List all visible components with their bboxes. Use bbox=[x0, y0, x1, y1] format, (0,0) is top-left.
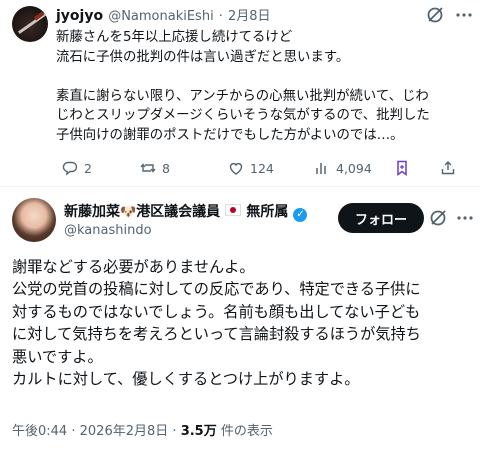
post1-line: 流石に子供の批判の件は言い過ぎだと思います。 bbox=[56, 49, 350, 65]
like-icon bbox=[229, 162, 243, 175]
japan-flag-icon bbox=[225, 204, 242, 216]
post2-line: に対して気持ちを考えろといって言論封殺するほうが気持ち bbox=[12, 325, 421, 344]
avatar[interactable] bbox=[12, 198, 56, 242]
repost-icon bbox=[140, 163, 156, 173]
post2-name-suffix: 無所属 bbox=[246, 204, 289, 220]
grok-icon[interactable] bbox=[428, 208, 448, 228]
repost-count: 8 bbox=[162, 160, 170, 176]
grok-icon[interactable] bbox=[425, 5, 445, 25]
reply-count: 2 bbox=[84, 160, 92, 176]
post2-line: 公党の党首の投稿に対しての反応であり、特定できる子供に bbox=[12, 280, 421, 299]
post1-display-name[interactable]: jyojyo bbox=[56, 8, 103, 24]
post1-handle[interactable]: @NamonakiEshi bbox=[108, 9, 214, 24]
post2-name-middle: 港区議会議員 bbox=[136, 204, 221, 220]
post2-line: 悪いですよ。 bbox=[12, 347, 103, 366]
post2-time[interactable]: 午後0:44 bbox=[12, 424, 67, 439]
post2-line: カルトに対して、優しくするとつけ上がりますよ。 bbox=[12, 370, 360, 389]
post1-line: 子供向けの謝罪のポストだけでもした方がよいのでは…。 bbox=[56, 127, 404, 143]
reply-icon bbox=[62, 161, 78, 176]
avatar[interactable] bbox=[12, 6, 48, 42]
post1-line: 新藤さんを5年以上応援し続けてるけど bbox=[56, 30, 293, 45]
post2-line: 謝罪などする必要がありませんよ。 bbox=[12, 258, 255, 276]
post2-views-label: 件の表示 bbox=[220, 424, 273, 439]
divider bbox=[0, 186, 480, 187]
post1-line: 素直に謝らない限り、アンチからの心無い批判が続いて、じわ bbox=[56, 88, 429, 104]
like-button[interactable]: 124 bbox=[228, 160, 274, 176]
like-count: 124 bbox=[250, 160, 274, 176]
bookmark-button[interactable] bbox=[394, 160, 410, 176]
bookmark-icon bbox=[397, 160, 407, 176]
reply-button[interactable]: 2 bbox=[62, 160, 92, 176]
post2-views-number: 3.5万 bbox=[180, 424, 217, 439]
post2-meta: 午後0:44 · 2026年2月8日 · 3.5万 件の表示 bbox=[12, 424, 273, 439]
repost-button[interactable]: 8 bbox=[140, 160, 170, 176]
more-icon[interactable] bbox=[454, 5, 474, 25]
post2-name-prefix: 新藤加菜 bbox=[64, 204, 120, 220]
share-icon bbox=[441, 161, 455, 175]
views-icon bbox=[316, 163, 326, 174]
more-icon[interactable] bbox=[455, 208, 475, 228]
post2-date[interactable]: 2026年2月8日 bbox=[80, 424, 169, 439]
follow-button[interactable]: フォロー bbox=[338, 203, 424, 233]
post1-action-bar: 2 8 124 4,094 bbox=[56, 160, 466, 180]
verified-badge-icon: ✓ bbox=[293, 208, 308, 222]
share-button[interactable] bbox=[440, 160, 456, 176]
dog-emoji-icon: 🐶 bbox=[120, 205, 137, 220]
post2-body: 謝罪などする必要がありませんよ。 公党の党首の投稿に対しての反応であり、特定でき… bbox=[12, 256, 472, 390]
post1-body: 新藤さんを5年以上応援し続けてるけど 流石に子供の批判の件は言い過ぎだと思います… bbox=[56, 28, 466, 145]
post2-line: 対するものではないでしょう。名前も顔も出してない子ども bbox=[12, 302, 421, 321]
views-count: 4,094 bbox=[336, 160, 372, 176]
post2-handle[interactable]: @kanashindo bbox=[64, 223, 152, 238]
post2-name-row[interactable]: 新藤加菜🐶港区議会議員 無所属 ✓ bbox=[64, 201, 308, 222]
post1-header: jyojyo @NamonakiEshi · 2月8日 bbox=[56, 8, 271, 24]
post1-date[interactable]: 2月8日 bbox=[228, 9, 271, 24]
views-button[interactable]: 4,094 bbox=[314, 160, 372, 176]
post1-line: じわとスリップダメージくらいそうな気がするので、批判した bbox=[56, 108, 430, 123]
